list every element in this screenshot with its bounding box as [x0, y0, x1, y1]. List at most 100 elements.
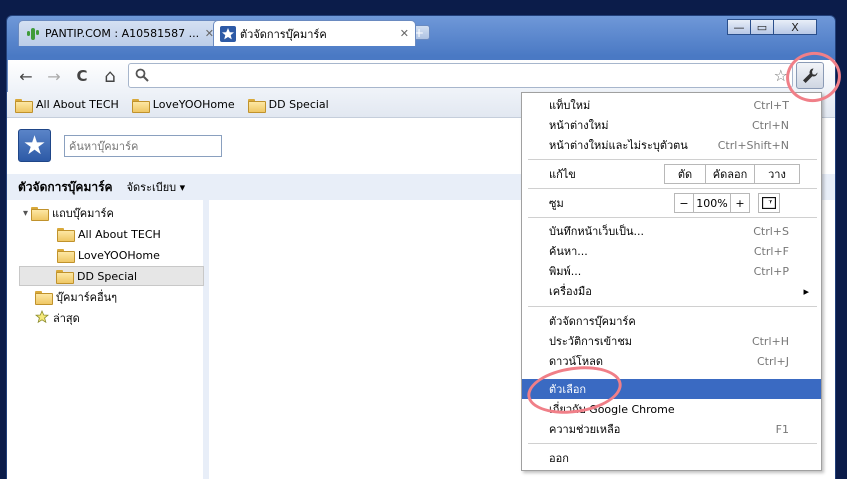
menu-item-tools[interactable]: เครื่องมือ ▸: [522, 281, 821, 301]
back-icon[interactable]: ←: [16, 66, 36, 86]
close-window-button[interactable]: X: [773, 19, 817, 35]
tree-label: ล่าสุด: [53, 312, 80, 325]
wrench-menu: แท็บใหม่ Ctrl+T หน้าต่างใหม่ Ctrl+N หน้า…: [521, 92, 822, 471]
tab-title: PANTIP.COM : A10581587 ...: [45, 27, 200, 40]
menu-item-new-tab[interactable]: แท็บใหม่ Ctrl+T: [522, 95, 821, 115]
menu-shortcut: Ctrl+Shift+N: [717, 138, 789, 152]
menu-item-print[interactable]: พิมพ์... Ctrl+P: [522, 261, 821, 281]
tree-label: บุ๊คมาร์คอื่นๆ: [56, 291, 118, 304]
menu-label: ประวัติการเข้าชม: [549, 335, 633, 348]
menu-shortcut: Ctrl+P: [753, 264, 789, 278]
tab-pantip[interactable]: PANTIP.COM : A10581587 ... ✕: [18, 20, 221, 46]
menu-item-exit[interactable]: ออก: [522, 448, 821, 468]
menu-label: หน้าต่างใหม่: [549, 119, 609, 132]
expander-icon[interactable]: ▾: [23, 208, 28, 219]
folder-icon: [247, 98, 266, 113]
bookmark-label: DD Special: [268, 98, 329, 111]
zoom-out-button[interactable]: −: [674, 193, 694, 213]
tab-bookmark-manager[interactable]: ตัวจัดการบุ๊คมาร์ค ✕: [213, 20, 416, 46]
cut-button[interactable]: ตัด: [664, 164, 706, 184]
folder-icon: [35, 291, 53, 305]
home-icon[interactable]: ⌂: [100, 66, 120, 87]
fullscreen-button[interactable]: [758, 193, 780, 213]
menu-label: ค้นหา...: [549, 245, 588, 258]
tab-title: ตัวจัดการบุ๊คมาร์ค: [240, 27, 327, 41]
edit-button-group: ตัด คัดลอก วาง: [664, 164, 800, 184]
tree-label: DD Special: [77, 269, 138, 283]
menu-label: หน้าต่างใหม่และไม่ระบุตัวตน: [549, 139, 688, 152]
menu-label: ออก: [549, 452, 569, 465]
tree-item-loveyoohome[interactable]: LoveYOOHome: [57, 245, 160, 265]
tree-item-all-about-tech[interactable]: All About TECH: [57, 224, 161, 244]
menu-item-incognito[interactable]: หน้าต่างใหม่และไม่ระบุตัวตน Ctrl+Shift+N: [522, 135, 821, 155]
star-favicon-icon: [220, 25, 236, 42]
folder-icon: [31, 207, 50, 221]
bookmark-label: LoveYOOHome: [152, 98, 235, 111]
menu-label: แท็บใหม่: [549, 99, 591, 112]
menu-shortcut: Ctrl+H: [751, 334, 789, 348]
zoom-level: 100%: [693, 193, 731, 213]
folder-icon: [15, 98, 33, 113]
menu-divider: [528, 306, 817, 307]
folder-icon: [131, 98, 150, 113]
reload-icon[interactable]: C: [72, 66, 92, 86]
menu-label: แก้ไข: [549, 168, 576, 181]
menu-shortcut: Ctrl+T: [753, 98, 789, 112]
menu-label: บันทึกหน้าเว็บเป็น...: [549, 225, 645, 238]
bookmark-label: All About TECH: [36, 98, 119, 111]
tree-item-dd-special[interactable]: DD Special: [19, 266, 204, 286]
zoom-controls: − 100% +: [674, 193, 780, 213]
paste-button[interactable]: วาง: [754, 164, 800, 184]
menu-shortcut: Ctrl+S: [753, 224, 789, 238]
menu-label: ความช่วยเหลือ: [549, 423, 621, 436]
menu-item-history[interactable]: ประวัติการเข้าชม Ctrl+H: [522, 331, 821, 351]
bookmark-folder-dd-special[interactable]: DD Special: [247, 98, 329, 113]
toolbar: ← → C ⌂ ☆: [7, 60, 835, 92]
menu-item-bookmark-manager[interactable]: ตัวจัดการบุ๊คมาร์ค: [522, 311, 821, 331]
bookmark-tree: ▾ แถบบุ๊คมาร์ค All About TECH LoveYOOHom…: [7, 200, 209, 479]
menu-divider: [528, 443, 817, 444]
tree-item-bookmarks-bar[interactable]: ▾ แถบบุ๊คมาร์ค: [23, 203, 114, 223]
maximize-button[interactable]: ▭: [750, 19, 774, 35]
zoom-in-button[interactable]: +: [730, 193, 750, 213]
menu-shortcut: Ctrl+F: [753, 244, 789, 258]
tree-item-other-bookmarks[interactable]: บุ๊คมาร์คอื่นๆ: [35, 287, 117, 307]
search-icon: [135, 68, 149, 85]
organize-menu[interactable]: จัดระเบียบ ▾: [127, 178, 186, 196]
menu-label: พิมพ์...: [549, 265, 582, 278]
tab-close-icon[interactable]: ✕: [400, 27, 409, 40]
cactus-favicon-icon: [25, 26, 41, 42]
menu-item-help[interactable]: ความช่วยเหลือ F1: [522, 419, 821, 439]
menu-divider: [528, 188, 817, 189]
page-title: ตัวจัดการบุ๊คมาร์ค: [18, 179, 113, 194]
menu-shortcut: Ctrl+N: [751, 118, 789, 132]
tree-label: แถบบุ๊คมาร์ค: [52, 207, 114, 220]
menu-label: เครื่องมือ: [549, 285, 592, 298]
tree-label: LoveYOOHome: [78, 248, 160, 262]
menu-divider: [528, 159, 817, 160]
forward-icon[interactable]: →: [44, 66, 64, 86]
omnibox[interactable]: ☆: [128, 63, 793, 88]
tree-item-recent[interactable]: ล่าสุด: [34, 308, 80, 328]
menu-label: ซูม: [549, 197, 564, 210]
bookmark-manager-star-icon: ★: [18, 129, 51, 162]
star-icon: [34, 309, 50, 327]
bookmark-folder-all-about-tech[interactable]: All About TECH: [15, 98, 119, 113]
fullscreen-icon: [762, 197, 776, 209]
folder-icon: [57, 249, 75, 263]
menu-item-find[interactable]: ค้นหา... Ctrl+F: [522, 241, 821, 261]
bookmark-search-input[interactable]: [64, 135, 222, 157]
tree-label: All About TECH: [78, 227, 161, 241]
open-folder-icon: [56, 270, 74, 284]
menu-label: ตัวจัดการบุ๊คมาร์ค: [549, 315, 636, 328]
menu-shortcut: F1: [775, 422, 789, 436]
submenu-arrow-icon: ▸: [803, 284, 809, 298]
window-controls: — ▭ X: [727, 19, 839, 35]
bookmark-folder-loveyoohome[interactable]: LoveYOOHome: [131, 98, 235, 113]
menu-item-new-window[interactable]: หน้าต่างใหม่ Ctrl+N: [522, 115, 821, 135]
menu-item-save-page[interactable]: บันทึกหน้าเว็บเป็น... Ctrl+S: [522, 221, 821, 241]
folder-icon: [57, 228, 75, 242]
copy-button[interactable]: คัดลอก: [705, 164, 755, 184]
menu-divider: [528, 217, 817, 218]
minimize-button[interactable]: —: [727, 19, 751, 35]
